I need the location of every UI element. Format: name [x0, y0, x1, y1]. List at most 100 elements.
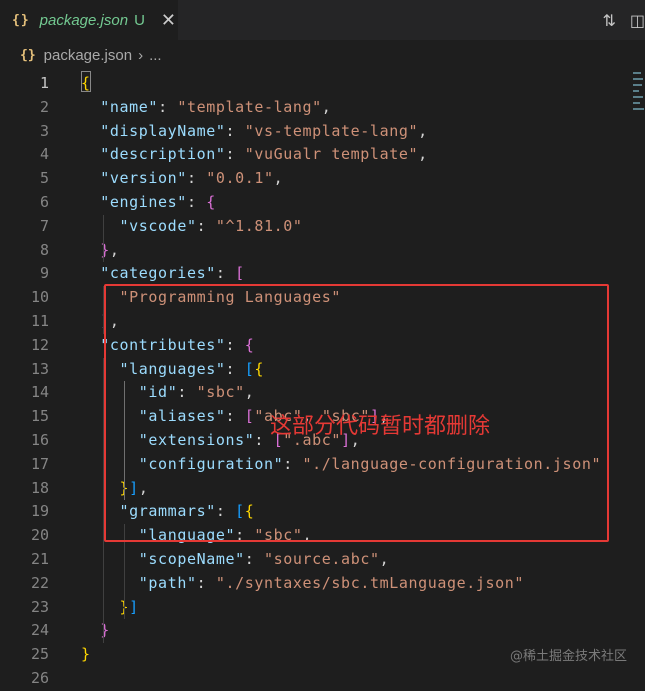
code-line[interactable]: 8 },: [0, 239, 645, 263]
code-token: "version": [100, 169, 187, 188]
indent-guide: [103, 214, 104, 263]
code-token: "./syntaxes/sbc.tmLanguage.json": [215, 573, 525, 592]
line-number: 26: [30, 669, 49, 687]
code-token: ,: [109, 240, 120, 259]
line-number: 17: [30, 454, 49, 473]
line-number: 13: [30, 359, 49, 378]
code-text: "displayName": "vs-template-lang",: [81, 120, 428, 144]
compare-changes-icon[interactable]: ⇅: [602, 11, 615, 30]
code-token: "vuGualr template": [244, 145, 419, 164]
code-text: "version": "0.0.1",: [81, 167, 283, 191]
code-line[interactable]: 22 "path": "./syntaxes/sbc.tmLanguage.js…: [0, 572, 645, 596]
code-token: ]: [129, 597, 139, 616]
code-token: "description": [100, 145, 226, 164]
line-number: 4: [39, 145, 49, 164]
line-number: 5: [39, 169, 49, 188]
code-token: :: [196, 573, 216, 592]
code-text: "path": "./syntaxes/sbc.tmLanguage.json": [81, 572, 524, 596]
code-token: ,: [418, 145, 428, 164]
code-line[interactable]: 9 "categories": [: [0, 262, 645, 286]
line-number: 14: [30, 383, 49, 402]
code-token: :: [186, 193, 207, 211]
git-status-badge: U: [134, 11, 145, 29]
code-line[interactable]: 6 "engines": {: [0, 191, 645, 215]
line-number: 2: [39, 97, 49, 116]
code-text: "scopeName": "source.abc",: [81, 548, 389, 572]
code-token: [: [235, 264, 245, 283]
code-token: :: [196, 216, 216, 235]
line-number: 20: [30, 526, 49, 545]
code-line[interactable]: 1{: [0, 72, 645, 96]
breadcrumb-file[interactable]: package.json: [44, 47, 132, 64]
code-text: }: [81, 619, 110, 643]
code-token: }: [100, 621, 110, 640]
breadcrumb-more[interactable]: ...: [149, 47, 162, 64]
code-token: ,: [321, 97, 332, 116]
line-number: 23: [30, 597, 49, 616]
split-editor-icon[interactable]: ◫: [630, 11, 645, 30]
code-line[interactable]: 4 "description": "vuGualr template",: [0, 143, 645, 167]
line-number: 6: [39, 193, 49, 211]
chevron-right-icon: ›: [138, 46, 144, 64]
annotation-text: 这部分代码暂时都删除: [270, 414, 491, 439]
code-token: "name": [100, 97, 159, 116]
code-line[interactable]: 7 "vscode": "^1.81.0": [0, 215, 645, 239]
code-token: "vscode": [119, 216, 197, 235]
code-token: }: [100, 240, 110, 259]
code-token: ,: [273, 169, 284, 188]
code-token: "engines": [100, 193, 187, 211]
code-text: },: [81, 239, 120, 263]
code-token: "template-lang": [177, 97, 322, 116]
breadcrumb: {} package.json › ...: [0, 40, 645, 70]
code-text: "categories": [: [81, 262, 245, 286]
line-number: 12: [30, 335, 49, 354]
code-token: ,: [418, 121, 428, 140]
code-line[interactable]: 21 "scopeName": "source.abc",: [0, 548, 645, 572]
line-number: 9: [39, 264, 49, 283]
code-token: :: [225, 121, 245, 140]
code-token: "scopeName": [138, 550, 245, 568]
code-token: "path": [138, 573, 197, 592]
line-number: 18: [30, 478, 49, 497]
code-token: :: [244, 550, 265, 568]
tab-title: package.json: [39, 11, 129, 29]
code-line[interactable]: 24 }: [0, 619, 645, 643]
code-text: "engines": {: [81, 191, 216, 215]
line-number: 16: [30, 431, 49, 449]
code-line[interactable]: 3 "displayName": "vs-template-lang",: [0, 120, 645, 144]
line-number: 19: [30, 502, 49, 521]
code-token: "categories": [100, 264, 216, 283]
close-icon[interactable]: ✕: [161, 10, 176, 31]
code-token: "0.0.1": [206, 169, 274, 188]
code-token: "displayName": [100, 121, 226, 140]
line-number: 7: [39, 216, 49, 235]
line-number: 3: [39, 121, 49, 140]
line-number: 24: [30, 621, 49, 640]
line-number: 8: [39, 240, 49, 259]
line-number: 25: [30, 645, 49, 664]
code-line[interactable]: 5 "version": "0.0.1",: [0, 167, 645, 191]
json-file-icon: {}: [12, 12, 30, 28]
code-line[interactable]: 26: [0, 667, 645, 691]
code-token: "source.abc": [264, 550, 380, 568]
code-token: {: [81, 74, 91, 92]
code-line[interactable]: 2 "name": "template-lang",: [0, 96, 645, 120]
code-token: :: [158, 97, 178, 116]
tab-package-json[interactable]: {} package.json U ✕: [0, 0, 178, 40]
code-text: "name": "template-lang",: [81, 96, 331, 120]
code-line[interactable]: 23 }]: [0, 596, 645, 620]
line-number: 22: [30, 573, 49, 592]
code-token: :: [225, 145, 245, 164]
line-number: 15: [30, 407, 49, 426]
minimap[interactable]: [631, 70, 645, 120]
